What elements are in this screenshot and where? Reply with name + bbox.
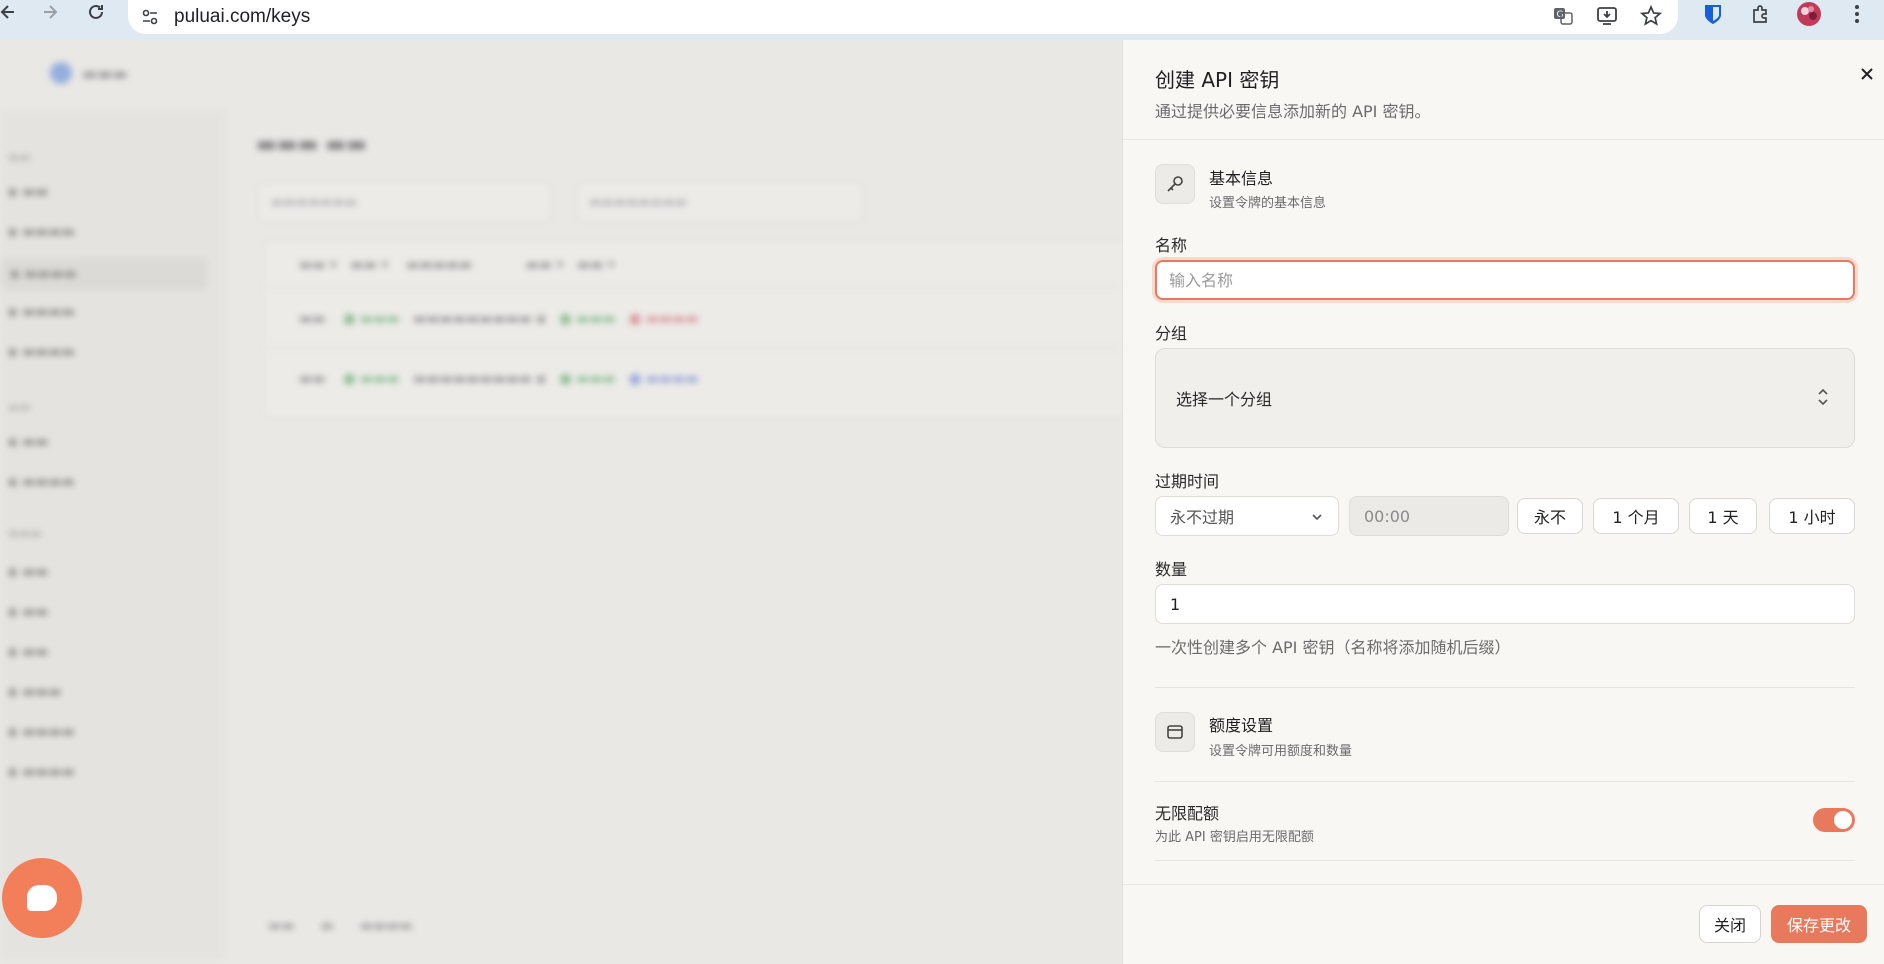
bitwarden-icon[interactable] xyxy=(1700,1,1726,27)
section-divider xyxy=(1155,781,1855,782)
more-vert-icon[interactable] xyxy=(1844,1,1870,27)
address-bar[interactable]: puluai.com/keys G xyxy=(128,0,1678,34)
browser-toolbar: puluai.com/keys G xyxy=(0,0,1884,40)
expire-1-hour-button[interactable]: 1 小时 xyxy=(1769,498,1855,534)
quota-title: 额度设置 xyxy=(1209,716,1274,735)
site-settings-icon[interactable] xyxy=(138,5,162,29)
expire-1-day-button[interactable]: 1 天 xyxy=(1689,498,1757,534)
expire-select[interactable]: 永不过期 xyxy=(1155,496,1339,536)
basic-info-title: 基本信息 xyxy=(1209,169,1274,188)
unlimited-quota-description: 为此 API 密钥启用无限配额 xyxy=(1155,830,1314,845)
forward-icon[interactable] xyxy=(36,0,64,26)
wallet-icon xyxy=(1155,712,1195,752)
basic-info-subtitle: 设置令牌的基本信息 xyxy=(1209,196,1327,211)
save-changes-button[interactable]: 保存更改 xyxy=(1771,905,1867,943)
expire-never-button[interactable]: 永不 xyxy=(1517,498,1583,534)
extensions-icon[interactable] xyxy=(1748,1,1774,27)
group-select[interactable]: 选择一个分组 xyxy=(1155,348,1855,448)
expire-selected-value: 永不过期 xyxy=(1170,508,1235,527)
svg-text:G: G xyxy=(1557,10,1564,20)
drawer-header: 创建 API 密钥 通过提供必要信息添加新的 API 密钥。 xyxy=(1123,40,1884,140)
drawer-footer: 关闭 保存更改 xyxy=(1123,884,1884,964)
key-icon xyxy=(1155,164,1195,204)
group-select-placeholder: 选择一个分组 xyxy=(1176,390,1273,409)
url-text: puluai.com/keys xyxy=(174,6,311,27)
app-brand: ▬▬▬ xyxy=(50,62,127,84)
translate-icon[interactable]: G xyxy=(1550,3,1576,29)
quota-subtitle: 设置令牌可用额度和数量 xyxy=(1209,744,1353,759)
chat-support-button[interactable] xyxy=(2,858,82,938)
chevron-up-down-icon xyxy=(1816,387,1830,411)
drawer-title: 创建 API 密钥 xyxy=(1155,68,1280,92)
section-divider xyxy=(1155,687,1855,688)
chevron-down-icon xyxy=(1310,509,1324,528)
section-divider xyxy=(1155,860,1855,861)
close-button[interactable]: 关闭 xyxy=(1699,905,1761,943)
name-label: 名称 xyxy=(1155,236,1188,255)
expire-1-month-button[interactable]: 1 个月 xyxy=(1593,498,1679,534)
close-icon[interactable] xyxy=(1855,62,1879,86)
app-sidebar: ▬▬ ▪ ▬▬ ▪ ▬▬▬▬ ▪ ▬▬▬▬ ▪ ▬▬▬▬ ▪ ▬▬▬▬ ▬▬ ▪… xyxy=(0,110,226,960)
name-input[interactable] xyxy=(1155,260,1855,300)
profile-avatar[interactable] xyxy=(1796,1,1822,27)
unlimited-quota-toggle[interactable] xyxy=(1813,808,1855,832)
reload-icon[interactable] xyxy=(82,0,110,26)
toggle-knob xyxy=(1834,811,1852,829)
drawer-description: 通过提供必要信息添加新的 API 密钥。 xyxy=(1155,102,1431,121)
quantity-label: 数量 xyxy=(1155,560,1188,579)
chat-bubble-icon xyxy=(27,885,57,911)
quantity-hint: 一次性创建多个 API 密钥（名称将添加随机后缀） xyxy=(1155,638,1511,657)
install-icon[interactable] xyxy=(1594,3,1620,29)
unlimited-quota-label: 无限配额 xyxy=(1155,804,1220,823)
group-label: 分组 xyxy=(1155,324,1188,343)
background-app: ▬▬▬ ▬▬ ▪ ▬▬ ▪ ▬▬▬▬ ▪ ▬▬▬▬ ▪ ▬▬▬▬ ▪ ▬▬▬▬ … xyxy=(0,40,1124,964)
expire-time-input[interactable]: 00:00 xyxy=(1349,496,1509,536)
expire-label: 过期时间 xyxy=(1155,472,1220,491)
create-api-key-drawer: 创建 API 密钥 通过提供必要信息添加新的 API 密钥。 基本信息 设置令牌… xyxy=(1122,40,1884,964)
bookmark-star-icon[interactable] xyxy=(1638,3,1664,29)
back-icon[interactable] xyxy=(0,0,22,26)
quantity-input[interactable]: 1 xyxy=(1155,584,1855,624)
